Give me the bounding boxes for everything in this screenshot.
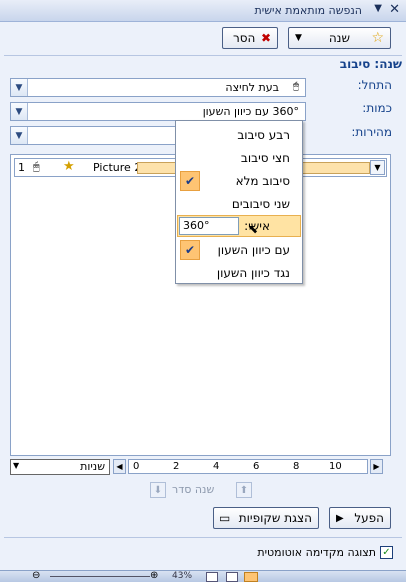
status-bar: 43% ⊖ ⊕ [0, 570, 406, 582]
chevron-down-icon[interactable]: ▼ [11, 79, 28, 96]
move-down-icon[interactable]: ⬇ [150, 482, 166, 498]
slideshow-label: הצגת שקופיות [238, 511, 312, 525]
chevron-down-icon[interactable]: ▼ [13, 461, 19, 470]
mouse-icon: 🖱 [33, 160, 40, 173]
speed-dropdown[interactable]: ▼ [10, 126, 176, 145]
item-name: Picture 2 [93, 161, 142, 174]
amount-menu: רבע סיבוב חצי סיבוב ✔ סיבוב מלא שני סיבו… [175, 120, 303, 284]
chevron-down-icon[interactable]: ▼ [11, 127, 28, 144]
chevron-down-icon[interactable]: ▼ [370, 160, 385, 175]
move-up-icon[interactable]: ⬆ [236, 482, 252, 498]
menu-item-quarter-spin[interactable]: רבע סיבוב [176, 123, 302, 146]
play-label: הפעל [354, 511, 384, 525]
start-label: התחל: [357, 78, 392, 92]
zoom-slider[interactable] [50, 576, 150, 577]
start-value: בעת לחיצה [225, 81, 279, 94]
autopreview-label: תצוגה מקדימה אוטומטית [257, 546, 376, 559]
menu-item-label: חצי סיבוב [240, 150, 290, 165]
remove-button-label: הסר [233, 31, 256, 45]
menu-item-clockwise[interactable]: ✔ עם כיוון השעון [176, 238, 302, 261]
menu-item-custom[interactable]: אישי: 360° ⬉ [177, 215, 301, 237]
timeline-scroll-left[interactable]: ◀ [113, 459, 126, 474]
timeline-unit-value: שניות [80, 460, 105, 473]
menu-item-full-spin[interactable]: ✔ סיבוב מלא [176, 169, 302, 192]
custom-amount-value: 360° [183, 219, 210, 232]
zoom-out-icon[interactable]: ⊖ [32, 570, 40, 581]
zoom-level: 43% [172, 571, 193, 581]
custom-amount-input[interactable]: 360° [179, 217, 239, 235]
tick-label: 4 [213, 461, 220, 472]
tick-label: 0 [133, 461, 140, 472]
zoom-in-icon[interactable]: ⊕ [150, 570, 158, 581]
amount-label: כמות: [362, 101, 392, 115]
checkmark-icon: ✔ [180, 239, 200, 260]
section-title: שנה: סיבוב [339, 57, 402, 71]
timeline-ruler: 0 2 4 6 8 10 [128, 459, 368, 474]
timeline-scroll-right[interactable]: ▶ [370, 459, 383, 474]
amount-dropdown[interactable]: ▼ 360° עם כיוון השעון [10, 102, 306, 121]
mouse-icon: 🖱 [293, 81, 299, 92]
change-effect-button[interactable]: ☆ שנה ▼ [288, 27, 391, 49]
autopreview-checkbox[interactable]: ✓ [380, 546, 393, 559]
play-button[interactable]: ▶ הפעל [329, 507, 391, 529]
view-sorter-icon[interactable] [226, 572, 238, 582]
menu-item-counterclockwise[interactable]: נגד כיוון השעון [176, 261, 302, 284]
checkmark-icon: ✔ [180, 170, 200, 191]
view-normal-icon[interactable] [206, 572, 218, 582]
timeline-unit-dropdown[interactable]: ▼ שניות [10, 459, 110, 475]
speed-label: מהירות: [351, 125, 392, 139]
menu-item-label: סיבוב מלא [235, 173, 290, 188]
chevron-down-icon[interactable]: ▼ [11, 103, 28, 120]
chevron-down-icon: ▼ [295, 33, 302, 43]
start-dropdown[interactable]: ▼ 🖱 בעת לחיצה [10, 78, 306, 97]
task-pane-title: הנפשה מותאמת אישית [254, 4, 362, 17]
close-icon[interactable]: ✕ [389, 2, 400, 17]
tick-label: 6 [253, 461, 260, 472]
menu-item-label: שני סיבובים [231, 196, 290, 211]
slideshow-button[interactable]: ▭ הצגת שקופיות [213, 507, 319, 529]
tick-label: 10 [329, 461, 342, 472]
pane-menu-arrow-icon[interactable]: ▼ [374, 3, 382, 14]
separator [4, 55, 402, 56]
menu-item-two-spins[interactable]: שני סיבובים [176, 192, 302, 215]
change-button-label: שנה [328, 31, 350, 45]
task-pane-title-bar: הנפשה מותאמת אישית ▼ ✕ [0, 0, 406, 22]
menu-item-label: נגד כיוון השעון [216, 265, 290, 280]
tick-label: 8 [293, 461, 300, 472]
play-icon: ▶ [336, 512, 344, 524]
slideshow-icon: ▭ [219, 511, 231, 525]
remove-effect-icon: ✖ [260, 31, 271, 45]
cursor-icon: ⬉ [248, 222, 259, 236]
separator [4, 537, 402, 538]
reorder-label: שנה סדר [172, 483, 215, 496]
star-effect-icon: ★ [63, 159, 75, 174]
menu-item-half-spin[interactable]: חצי סיבוב [176, 146, 302, 169]
menu-item-label: רבע סיבוב [237, 127, 290, 142]
amount-value: 360° עם כיוון השעון [202, 105, 299, 118]
view-slideshow-icon[interactable] [244, 572, 258, 582]
menu-item-label: עם כיוון השעון [217, 242, 290, 257]
item-number: 1 [18, 161, 25, 174]
remove-effect-button[interactable]: ✖ הסר [222, 27, 278, 49]
star-effect-icon: ☆ [371, 30, 384, 46]
tick-label: 2 [173, 461, 180, 472]
